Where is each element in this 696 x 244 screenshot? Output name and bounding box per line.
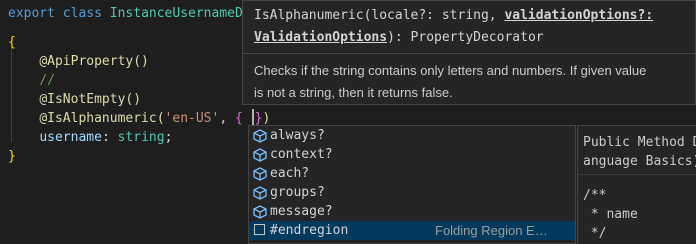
class-name: InstanceUsernameDt [109,6,251,21]
comment: // [39,73,55,88]
property-icon [253,186,267,200]
suggest-item-message[interactable]: message? [249,202,575,221]
suggest-item-context[interactable]: context? [249,145,575,164]
code-line-3: @ApiProperty() [8,52,149,71]
doc-line-1: Checks if the string contains only lette… [254,63,647,78]
details-line-1: Public Method D [583,135,696,150]
type-string: string [117,130,165,145]
details-line-5: */ [583,226,607,241]
details-line-3: /** [583,188,607,203]
code-line-5: @IsNotEmpty() [8,90,141,109]
hover-divider [243,53,695,54]
suggest-item-label: message? [270,204,333,219]
suggest-item-label: always? [270,128,325,143]
hover-documentation: Checks if the string contains only lette… [254,60,689,104]
signature-prefix: IsAlphanumeric(locale?: string, [254,8,505,23]
suggest-item-label: context? [270,147,333,162]
suggest-item-always[interactable]: always? [249,126,575,145]
close-brace: } [8,149,16,164]
property-icon [253,205,267,219]
close-paren: ) [262,111,271,126]
decorator-isnotempty: @IsNotEmpty() [39,92,142,107]
code-line-1: export class InstanceUsernameDt [8,4,251,23]
details-divider [578,174,696,175]
details-line-2: anguage Basics) [583,154,696,169]
locale-argument: 'en-US' [164,111,220,126]
code-line-7: username: string; [8,128,172,147]
suggest-item-detail: Folding Region E… [435,223,548,238]
doc-line-2: is not a string, then it returns false. [254,85,453,100]
suggest-details-pane: Public Method D anguage Basics) /** * na… [577,125,696,244]
property-username: username [39,130,102,145]
comma: , [219,111,228,126]
decorator-apiproperty: @ApiProperty() [39,54,149,69]
code-line-4: // [8,71,55,90]
hover-signature: IsAlphanumeric(locale?: string, validati… [254,5,684,49]
colon: : [101,130,110,145]
signature-suffix: ): PropertyDecorator [387,30,544,45]
keyword-class: class [62,6,102,21]
property-icon [253,167,267,181]
open-brace: { [8,35,16,50]
keyword-export: export [8,6,55,21]
snippet-icon [254,224,265,235]
suggest-widget: always? context? each? groups? message? … [248,125,576,244]
suggest-item-label: groups? [270,185,325,200]
details-line-4: * name [583,207,638,222]
suggest-item-groups[interactable]: groups? [249,183,575,202]
code-line-2: { [8,33,16,52]
code-line-6: @IsAlphanumeric('en-US', { }) [8,109,270,128]
decorator-isalphanumeric: @IsAlphanumeric( [39,111,165,126]
property-icon [253,148,267,162]
semicolon: ; [164,130,173,145]
signature-active-param: validationOptions?: [504,8,654,23]
suggest-item-endregion[interactable]: #endregion Folding Region E… [249,221,575,240]
signature-param-type: ValidationOptions [254,30,388,45]
options-brace-open: { [235,111,243,126]
suggest-item-label: #endregion [270,223,349,238]
hover-tooltip: IsAlphanumeric(locale?: string, validati… [242,0,696,105]
code-line-8: } [8,147,16,166]
suggest-item-each[interactable]: each? [249,164,575,183]
text-cursor [251,109,254,125]
property-icon [253,129,267,143]
suggest-item-label: each? [270,166,310,181]
